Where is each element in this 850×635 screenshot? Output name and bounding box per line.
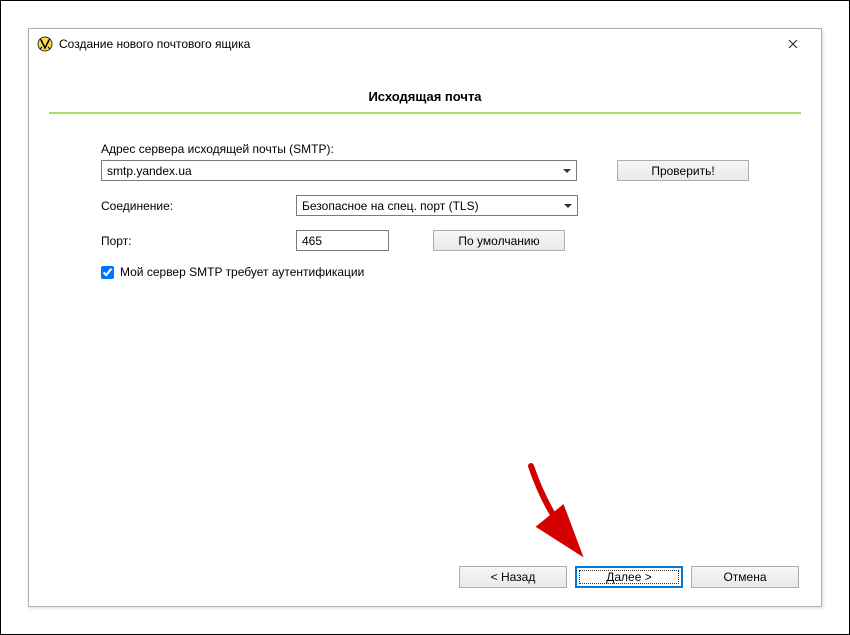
content-area: Исходящая почта Адрес сервера исходящей … [29,59,821,606]
chevron-down-icon [559,196,577,215]
connection-label: Соединение: [101,199,296,213]
annotation-arrow [516,456,606,566]
server-label: Адрес сервера исходящей почты (SMTP): [101,142,749,156]
cancel-button[interactable]: Отмена [691,566,799,588]
divider [49,112,801,114]
button-bar: < Назад Далее > Отмена [459,566,799,588]
default-port-button[interactable]: По умолчанию [433,230,565,251]
check-button[interactable]: Проверить! [617,160,749,181]
connection-combobox[interactable]: Безопасное на спец. порт (TLS) [296,195,578,216]
chevron-down-icon [558,161,576,180]
port-label: Порт: [101,234,296,248]
port-input[interactable] [296,230,389,251]
app-icon [37,36,53,52]
panel-heading: Исходящая почта [49,77,801,112]
form: Адрес сервера исходящей почты (SMTP): sm… [49,142,801,279]
connection-value: Безопасное на спец. порт (TLS) [302,199,479,213]
back-button[interactable]: < Назад [459,566,567,588]
close-button[interactable] [773,30,813,58]
next-button[interactable]: Далее > [575,566,683,588]
server-combobox[interactable]: smtp.yandex.ua [101,160,577,181]
titlebar: Создание нового почтового ящика [29,29,821,59]
auth-checkbox[interactable] [101,266,114,279]
server-value: smtp.yandex.ua [107,164,192,178]
dialog-window: Создание нового почтового ящика Исходяща… [28,28,822,607]
window-title: Создание нового почтового ящика [59,37,773,51]
auth-checkbox-label: Мой сервер SMTP требует аутентификации [120,265,364,279]
